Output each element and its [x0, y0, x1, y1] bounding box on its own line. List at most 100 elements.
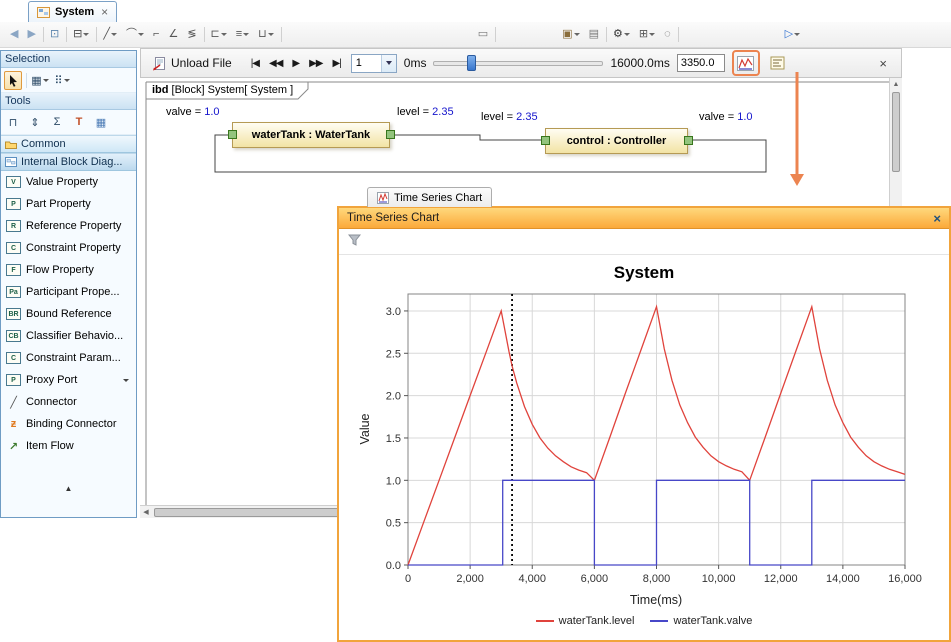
svg-text:14,000: 14,000	[826, 573, 860, 585]
palette-item-bound-reference[interactable]: BRBound Reference	[1, 303, 136, 325]
port-value-label[interactable]: level = 2.35	[481, 111, 538, 123]
palette-item-participant-prope[interactable]: PaParticipant Prope...	[1, 281, 136, 303]
text-tool-button[interactable]: T	[70, 113, 88, 132]
time-series-chart-button[interactable]	[735, 53, 757, 73]
group-select-button[interactable]: ▦	[31, 71, 49, 90]
time-input[interactable]	[677, 54, 725, 72]
swap-tool-icon: ≶	[187, 29, 196, 40]
chevron-down-icon[interactable]	[123, 379, 129, 382]
chart-plot: 02,0004,0006,0008,00010,00012,00014,0001…	[339, 285, 949, 590]
palette-item-item-flow[interactable]: ↗Item Flow	[1, 435, 136, 457]
palette-section-internal-block-diagram[interactable]: Internal Block Diag...	[1, 153, 136, 171]
layers-tool-button[interactable]: ⇕	[26, 113, 44, 132]
run-simulation-button[interactable]: ▷	[783, 26, 802, 44]
palette-collapse-button[interactable]: ▲	[1, 481, 136, 495]
toolbar-gap	[500, 34, 560, 35]
ibd-diagram-icon	[5, 157, 17, 167]
palette-item-binding-connector[interactable]: ƶBinding Connector	[1, 413, 136, 435]
close-icon[interactable]: ×	[101, 6, 108, 18]
table-view-button[interactable]: ⊞	[637, 26, 657, 44]
chart-legend: waterTank.levelwaterTank.valve	[339, 615, 949, 627]
note-tool-button[interactable]: ▤	[587, 26, 601, 44]
palette-item-classifier-behavio[interactable]: CBClassifier Behavio...	[1, 325, 136, 347]
form-icon	[770, 56, 785, 70]
palette-item-label: Flow Property	[26, 264, 94, 276]
fast-forward-button[interactable]: ▶▶	[306, 56, 325, 71]
close-icon[interactable]: ×	[933, 211, 941, 226]
watertank-valve-port[interactable]	[228, 130, 237, 139]
chevron-down-icon	[649, 33, 655, 36]
block-watertank[interactable]: waterTank : WaterTank	[232, 122, 390, 148]
containment-tree-button[interactable]: ⊟	[71, 26, 91, 44]
palette-section-common[interactable]: Common	[1, 135, 136, 153]
trigger-select[interactable]: 1	[351, 54, 397, 73]
zoom-button[interactable]: ◌	[662, 26, 673, 44]
time-slider-handle[interactable]	[467, 55, 476, 71]
horizontal-scroll-thumb[interactable]	[154, 508, 339, 517]
distribute-tool-button[interactable]: ⊔	[256, 26, 276, 44]
select-cursor-button[interactable]	[4, 71, 22, 90]
filter-button[interactable]	[348, 234, 361, 249]
step-last-button[interactable]: ▶|	[329, 56, 343, 71]
oblique-tool-button[interactable]: ∠	[166, 26, 180, 44]
tab-system[interactable]: System ×	[28, 1, 117, 22]
palette-item-value-property[interactable]: VValue Property	[1, 171, 136, 193]
settings-button[interactable]: ⚙	[611, 26, 632, 44]
palette-item-proxy-port[interactable]: PProxy Port	[1, 369, 136, 391]
palette-item-part-property[interactable]: PPart Property	[1, 193, 136, 215]
package-tool-button[interactable]: ▣	[560, 26, 581, 44]
rectilinear-tool-button[interactable]: ⌐	[151, 26, 161, 44]
slider-track[interactable]	[433, 61, 603, 66]
palette-item-flow-property[interactable]: FFlow Property	[1, 259, 136, 281]
related-elements-button[interactable]: ⊡	[48, 26, 61, 44]
curve-tool-button[interactable]: ⌒	[124, 26, 146, 44]
control-level-port[interactable]	[541, 136, 550, 145]
table-view-icon: ⊞	[639, 29, 648, 40]
sum-tool-button[interactable]: Σ	[48, 113, 66, 132]
block-control[interactable]: control : Controller	[545, 128, 688, 154]
dependency-tool-button[interactable]: ╱	[101, 26, 119, 44]
section-label: Common	[21, 138, 66, 150]
port-value-label[interactable]: valve = 1.0	[699, 111, 753, 123]
forward-button[interactable]: ▶	[25, 26, 37, 44]
page-setup-icon: ▭	[478, 29, 488, 40]
combo-dropdown-button[interactable]	[381, 55, 396, 72]
palette-item-icon: ╱	[6, 396, 21, 409]
magnet-tool-button[interactable]: ⊓	[4, 113, 22, 132]
palette-item-label: Constraint Param...	[26, 352, 121, 364]
filter-icon	[348, 234, 361, 246]
step-first-button[interactable]: |◀	[248, 56, 262, 71]
tools-header: Tools	[1, 93, 136, 110]
swap-tool-button[interactable]: ≶	[185, 26, 198, 44]
time-slider[interactable]	[433, 54, 603, 72]
grid-tool-button[interactable]: ▦	[92, 113, 110, 132]
back-button[interactable]: ◀	[8, 26, 20, 44]
svg-text:1.5: 1.5	[386, 433, 401, 445]
palette-item-reference-property[interactable]: RReference Property	[1, 215, 136, 237]
close-simulation-button[interactable]: ×	[879, 56, 893, 71]
simulation-config-button[interactable]	[767, 53, 789, 73]
chevron-down-icon	[624, 33, 630, 36]
watertank-level-port[interactable]	[386, 130, 395, 139]
chart-window-titlebar[interactable]: Time Series Chart ×	[339, 208, 949, 229]
port-value-label[interactable]: valve = 1.0	[166, 106, 220, 118]
palette-item-connector[interactable]: ╱Connector	[1, 391, 136, 413]
scroll-up-icon[interactable]: ▲	[890, 78, 902, 90]
chevron-down-icon	[138, 33, 144, 36]
tab-time-series-chart[interactable]: Time Series Chart	[367, 187, 492, 207]
vertical-scroll-thumb[interactable]	[892, 92, 900, 172]
align-tool-button[interactable]: ⊏	[209, 26, 229, 44]
page-setup-button[interactable]: ▭	[476, 26, 490, 44]
rewind-button[interactable]: ◀◀	[266, 56, 285, 71]
connector-level[interactable]	[395, 135, 541, 140]
center-tool-button[interactable]: ≡	[234, 26, 251, 44]
control-valve-port[interactable]	[684, 136, 693, 145]
palette-item-constraint-property[interactable]: CConstraint Property	[1, 237, 136, 259]
play-button[interactable]: ▶	[289, 56, 302, 71]
port-value-label[interactable]: level = 2.35	[397, 106, 454, 118]
palette-item-constraint-param[interactable]: CConstraint Param...	[1, 347, 136, 369]
multi-select-button[interactable]: ⠿	[53, 71, 71, 90]
scroll-left-icon[interactable]: ◀	[140, 506, 152, 518]
time-series-chart-window: Time Series Chart Time Series Chart × Sy…	[337, 187, 951, 642]
unload-file-button[interactable]: Unload File	[149, 55, 235, 72]
